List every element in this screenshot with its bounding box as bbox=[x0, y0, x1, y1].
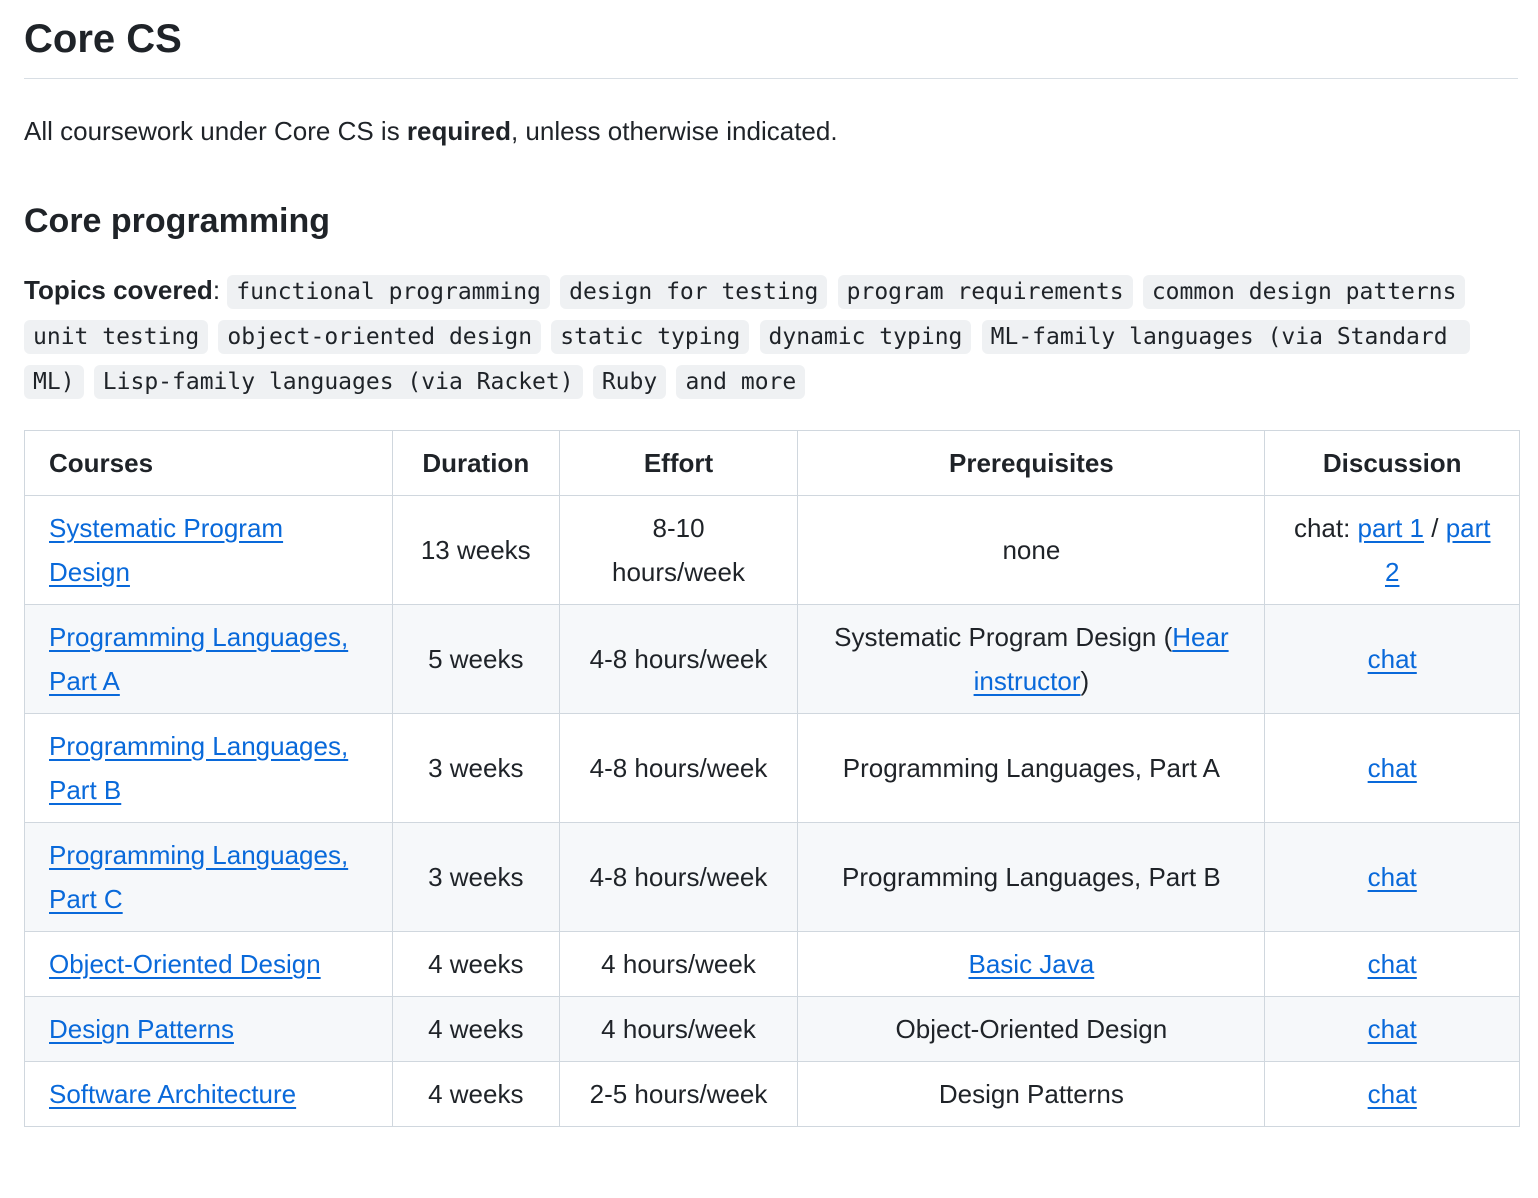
intro-bold: required bbox=[406, 116, 511, 146]
prereq-text-after: ) bbox=[1080, 666, 1090, 696]
markdown-body: Core CS All coursework under Core CS is … bbox=[0, 0, 1538, 1127]
section-title: Core programming bbox=[24, 202, 331, 240]
topic-tag: Ruby bbox=[592, 365, 667, 399]
effort-cell: 2-5 hours/week bbox=[558, 1061, 799, 1127]
duration-cell: 4 weeks bbox=[391, 931, 560, 997]
topic-tag: common design patterns bbox=[1142, 275, 1466, 309]
effort-cell: 8-10 hours/week bbox=[558, 495, 799, 605]
discussion-cell: chat bbox=[1264, 822, 1520, 932]
topics-label: Topics covered bbox=[24, 275, 213, 305]
prereq-cell: Programming Languages, Part A bbox=[797, 713, 1266, 823]
topic-tag: functional programming bbox=[227, 275, 550, 309]
table-row: Systematic Program Design 13 weeks 8-10 … bbox=[24, 495, 1520, 605]
chat-link[interactable]: chat bbox=[1368, 1079, 1417, 1109]
topic-tag: program requirements bbox=[837, 275, 1133, 309]
topic-tag: design for testing bbox=[560, 275, 828, 309]
course-link-programming-languages-part-c[interactable]: Programming Languages, Part C bbox=[49, 840, 348, 914]
discussion-separator: / bbox=[1424, 513, 1446, 543]
course-cell: Programming Languages, Part A bbox=[24, 604, 393, 714]
prereq-cell: Programming Languages, Part B bbox=[797, 822, 1266, 932]
topics-colon: : bbox=[212, 275, 228, 305]
duration-cell: 5 weeks bbox=[391, 604, 560, 714]
discussion-cell: chat bbox=[1264, 931, 1520, 997]
discussion-cell: chat bbox=[1264, 996, 1520, 1062]
prereq-cell: Object-Oriented Design bbox=[797, 996, 1266, 1062]
discussion-prefix: chat: bbox=[1293, 513, 1358, 543]
course-link-software-architecture[interactable]: Software Architecture bbox=[49, 1079, 296, 1109]
table-body: Systematic Program Design 13 weeks 8-10 … bbox=[24, 495, 1520, 1127]
topics-covered: Topics covered: functional programming d… bbox=[24, 269, 1484, 404]
topic-tag: Lisp-family languages (via Racket) bbox=[93, 365, 583, 399]
chat-part-1-link[interactable]: part 1 bbox=[1358, 513, 1425, 543]
course-cell: Design Patterns bbox=[24, 996, 393, 1062]
header-courses: Courses bbox=[24, 430, 393, 496]
topic-tag: and more bbox=[676, 365, 806, 399]
duration-cell: 3 weeks bbox=[391, 822, 560, 932]
course-cell: Systematic Program Design bbox=[24, 495, 393, 605]
chat-link[interactable]: chat bbox=[1368, 1014, 1417, 1044]
duration-cell: 3 weeks bbox=[391, 713, 560, 823]
table-row: Programming Languages, Part B 3 weeks 4-… bbox=[24, 713, 1520, 823]
chat-link[interactable]: chat bbox=[1368, 753, 1417, 783]
chat-link[interactable]: chat bbox=[1368, 862, 1417, 892]
course-cell: Programming Languages, Part B bbox=[24, 713, 393, 823]
intro-text-after: , unless otherwise indicated. bbox=[510, 116, 838, 146]
header-row: Courses Duration Effort Prerequisites Di… bbox=[24, 430, 1520, 496]
course-link-programming-languages-part-a[interactable]: Programming Languages, Part A bbox=[49, 622, 348, 696]
course-cell: Software Architecture bbox=[24, 1061, 393, 1127]
discussion-cell: chat bbox=[1264, 604, 1520, 714]
course-link-systematic-program-design[interactable]: Systematic Program Design bbox=[49, 513, 283, 587]
course-cell: Programming Languages, Part C bbox=[24, 822, 393, 932]
course-link-programming-languages-part-b[interactable]: Programming Languages, Part B bbox=[49, 731, 348, 805]
course-link-design-patterns[interactable]: Design Patterns bbox=[49, 1014, 234, 1044]
prereq-cell: Systematic Program Design (Hear instruct… bbox=[797, 604, 1266, 714]
chat-link[interactable]: chat bbox=[1368, 949, 1417, 979]
table-row: Software Architecture 4 weeks 2-5 hours/… bbox=[24, 1061, 1520, 1127]
topic-tag: dynamic typing bbox=[759, 320, 972, 354]
header-duration: Duration bbox=[391, 430, 560, 496]
prereq-cell: Design Patterns bbox=[797, 1061, 1266, 1127]
intro-text-before: All coursework under Core CS is bbox=[24, 116, 407, 146]
effort-cell: 4 hours/week bbox=[558, 996, 799, 1062]
course-cell: Object-Oriented Design bbox=[24, 931, 393, 997]
course-link-object-oriented-design[interactable]: Object-Oriented Design bbox=[49, 949, 321, 979]
header-effort: Effort bbox=[558, 430, 799, 496]
topic-tag: static typing bbox=[551, 320, 750, 354]
prereq-cell: none bbox=[797, 495, 1266, 605]
duration-cell: 4 weeks bbox=[391, 996, 560, 1062]
effort-cell: 4-8 hours/week bbox=[558, 713, 799, 823]
prereq-text: Systematic Program Design ( bbox=[834, 622, 1173, 652]
duration-cell: 13 weeks bbox=[391, 495, 560, 605]
page-title: Core CS bbox=[24, 0, 1518, 79]
table-row: Object-Oriented Design 4 weeks 4 hours/w… bbox=[24, 931, 1520, 997]
discussion-cell: chat bbox=[1264, 713, 1520, 823]
table-row: Programming Languages, Part C 3 weeks 4-… bbox=[24, 822, 1520, 932]
discussion-cell: chat: part 1 / part 2 bbox=[1264, 495, 1520, 605]
effort-cell: 4 hours/week bbox=[558, 931, 799, 997]
table-row: Programming Languages, Part A 5 weeks 4-… bbox=[24, 604, 1520, 714]
effort-cell: 4-8 hours/week bbox=[558, 604, 799, 714]
courses-table: Courses Duration Effort Prerequisites Di… bbox=[24, 430, 1520, 1127]
basic-java-link[interactable]: Basic Java bbox=[969, 949, 1095, 979]
topic-tag: object-oriented design bbox=[218, 320, 542, 354]
effort-cell: 4-8 hours/week bbox=[558, 822, 799, 932]
topic-tag: unit testing bbox=[24, 320, 209, 354]
chat-link[interactable]: chat bbox=[1368, 644, 1417, 674]
discussion-cell: chat bbox=[1264, 1061, 1520, 1127]
table-row: Design Patterns 4 weeks 4 hours/week Obj… bbox=[24, 996, 1520, 1062]
duration-cell: 4 weeks bbox=[391, 1061, 560, 1127]
prereq-cell: Basic Java bbox=[797, 931, 1266, 997]
table-header: Courses Duration Effort Prerequisites Di… bbox=[24, 430, 1520, 496]
header-prerequisites: Prerequisites bbox=[797, 430, 1266, 496]
header-discussion: Discussion bbox=[1264, 430, 1520, 496]
intro-paragraph: All coursework under Core CS is required… bbox=[24, 113, 1518, 149]
